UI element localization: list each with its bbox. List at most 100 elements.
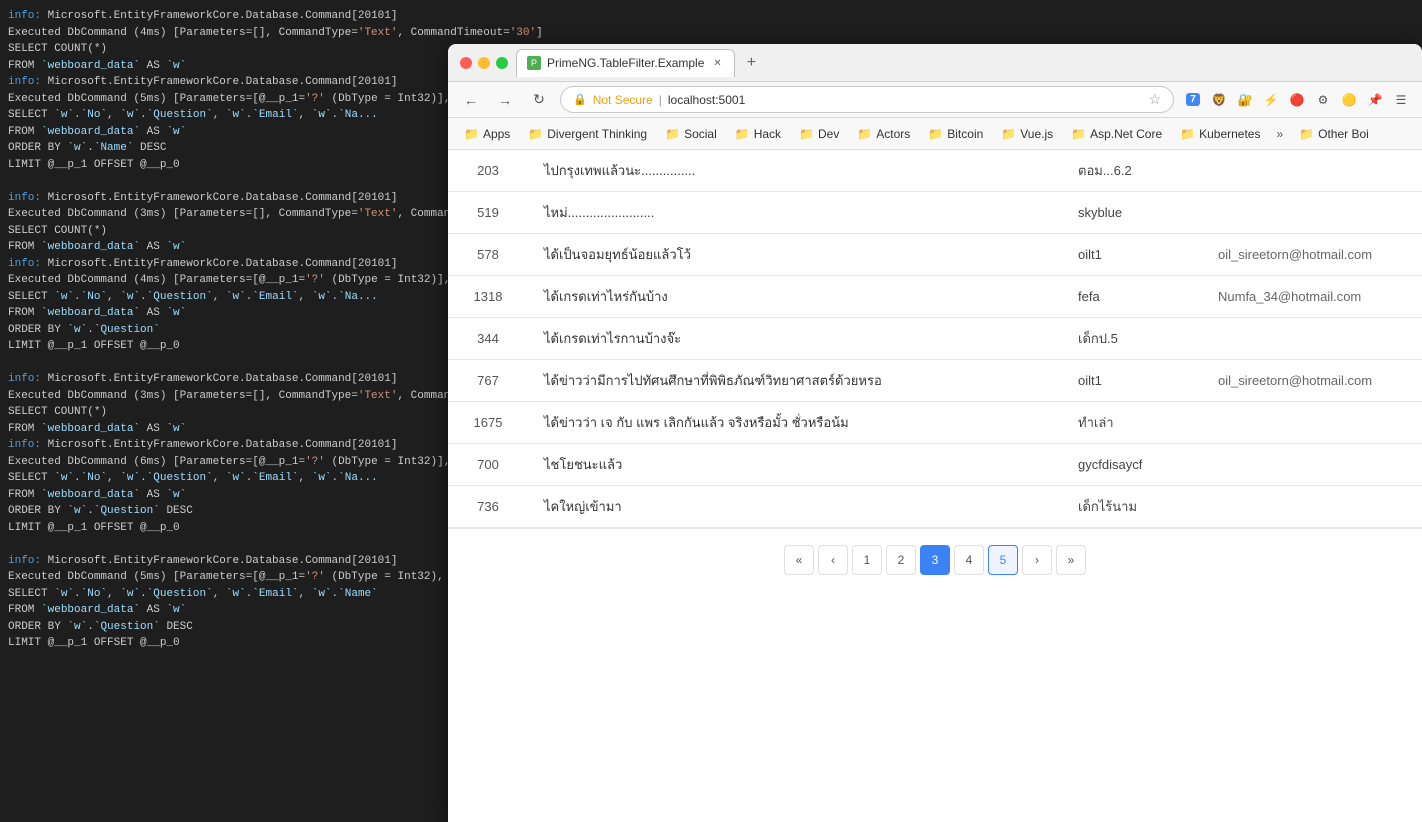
- folder-icon: 📁: [665, 127, 680, 141]
- bookmark-aspnet[interactable]: 📁 Asp.Net Core: [1063, 124, 1170, 144]
- address-field[interactable]: 🔒 Not Secure | localhost:5001 ☆: [560, 86, 1174, 113]
- refresh-button[interactable]: ↻: [526, 87, 552, 113]
- folder-icon: 📁: [799, 127, 814, 141]
- cell-question: ได้เกรดเท่าไหร่กันบ้าง: [528, 276, 1062, 318]
- cell-name: gycfdisaycf: [1062, 444, 1202, 486]
- cell-name: oilt1: [1062, 360, 1202, 402]
- cell-question: ได้ข่าวว่ามีการไปทัศนศึกษาที่พิพิธภัณฑ์ว…: [528, 360, 1062, 402]
- url-separator: |: [659, 93, 662, 107]
- bookmark-star-icon[interactable]: ☆: [1148, 91, 1161, 108]
- bookmark-apps[interactable]: 📁 Apps: [456, 124, 518, 144]
- folder-icon: 📁: [1299, 127, 1314, 141]
- cell-email: oil_sireetorn@hotmail.com: [1202, 234, 1422, 276]
- folder-icon: 📁: [1001, 127, 1016, 141]
- bookmark-label: Actors: [876, 127, 910, 141]
- forward-button[interactable]: →: [492, 87, 518, 113]
- cell-email: [1202, 486, 1422, 528]
- pagination-next-btn[interactable]: ›: [1022, 545, 1052, 575]
- cell-email: [1202, 444, 1422, 486]
- table-row: 519 ไหม่........................ skyblue: [448, 192, 1422, 234]
- bookmark-divergent-thinking[interactable]: 📁 Divergent Thinking: [520, 124, 655, 144]
- bookmark-bitcoin[interactable]: 📁 Bitcoin: [920, 124, 991, 144]
- pagination-page-4[interactable]: 4: [954, 545, 984, 575]
- bitwarden-icon[interactable]: 🔐: [1234, 89, 1256, 111]
- cell-email: [1202, 150, 1422, 192]
- menu-icon[interactable]: ☰: [1390, 89, 1412, 111]
- bookmark-social[interactable]: 📁 Social: [657, 124, 725, 144]
- cell-question: ไปกรุงเทพแล้วนะ...............: [528, 150, 1062, 192]
- cell-question: ได้เป็นจอมยุทธ์น้อยแล้วโว้: [528, 234, 1062, 276]
- extension-badge: 7: [1186, 93, 1200, 106]
- action-btn-5[interactable]: 📌: [1364, 89, 1386, 111]
- cell-question: ไชโยชนะแล้ว: [528, 444, 1062, 486]
- bookmark-hack[interactable]: 📁 Hack: [727, 124, 789, 144]
- lock-icon: 🔒: [573, 93, 587, 106]
- traffic-lights: [460, 57, 508, 69]
- cell-no: 519: [448, 192, 528, 234]
- cell-name: เด็กไร้นาม: [1062, 486, 1202, 528]
- bookmark-actors[interactable]: 📁 Actors: [849, 124, 918, 144]
- table-row: 736 ไคใหญ่เข้ามา เด็กไร้นาม: [448, 486, 1422, 528]
- minimize-button[interactable]: [478, 57, 490, 69]
- action-btn-4[interactable]: 🟡: [1338, 89, 1360, 111]
- bookmark-label: Hack: [754, 127, 781, 141]
- cell-email: Numfa_34@hotmail.com: [1202, 276, 1422, 318]
- close-button[interactable]: [460, 57, 472, 69]
- pagination: « ‹ 1 2 3 4 5 › »: [448, 528, 1422, 591]
- cell-no: 203: [448, 150, 528, 192]
- pagination-page-1[interactable]: 1: [852, 545, 882, 575]
- page-content[interactable]: 203 ไปกรุงเทพแล้วนะ............... ตอม..…: [448, 150, 1422, 822]
- table-row: 203 ไปกรุงเทพแล้วนะ............... ตอม..…: [448, 150, 1422, 192]
- pagination-first-btn[interactable]: «: [784, 545, 814, 575]
- address-bar: ← → ↻ 🔒 Not Secure | localhost:5001 ☆ 7 …: [448, 82, 1422, 118]
- table-row: 767 ได้ข่าวว่ามีการไปทัศนศึกษาที่พิพิธภั…: [448, 360, 1422, 402]
- new-tab-button[interactable]: +: [739, 51, 763, 75]
- bookmark-label: Kubernetes: [1199, 127, 1260, 141]
- cell-email: oil_sireetorn@hotmail.com: [1202, 360, 1422, 402]
- tab-title: PrimeNG.TableFilter.Example: [547, 56, 704, 70]
- cell-no: 344: [448, 318, 528, 360]
- action-btn-2[interactable]: 🔴: [1286, 89, 1308, 111]
- folder-icon: 📁: [928, 127, 943, 141]
- table-row: 578 ได้เป็นจอมยุทธ์น้อยแล้วโว้ oilt1 oil…: [448, 234, 1422, 276]
- cell-name: เด็กป.5: [1062, 318, 1202, 360]
- pagination-page-3[interactable]: 3: [920, 545, 950, 575]
- cell-no: 736: [448, 486, 528, 528]
- back-button[interactable]: ←: [458, 87, 484, 113]
- browser-actions: 7 🦁 🔐 ⚡ 🔴 ⚙ 🟡 📌 ☰: [1182, 89, 1412, 111]
- tab-favicon: P: [527, 56, 541, 70]
- bookmark-other-boi[interactable]: 📁 Other Boi: [1291, 124, 1377, 144]
- bookmark-label: Other Boi: [1318, 127, 1369, 141]
- pagination-prev-btn[interactable]: ‹: [818, 545, 848, 575]
- not-secure-label: Not Secure: [593, 93, 653, 107]
- cell-question: ไหม่........................: [528, 192, 1062, 234]
- folder-icon: 📁: [464, 127, 479, 141]
- brave-shield-icon[interactable]: 🦁: [1208, 89, 1230, 111]
- cell-name: ทำเล่า: [1062, 402, 1202, 444]
- bookmark-kubernetes[interactable]: 📁 Kubernetes: [1172, 124, 1268, 144]
- folder-icon: 📁: [1180, 127, 1195, 141]
- cell-no: 1675: [448, 402, 528, 444]
- bookmark-label: Bitcoin: [947, 127, 983, 141]
- cell-no: 700: [448, 444, 528, 486]
- active-tab[interactable]: P PrimeNG.TableFilter.Example ✕: [516, 49, 735, 77]
- pagination-page-2[interactable]: 2: [886, 545, 916, 575]
- cell-name: ตอม...6.2: [1062, 150, 1202, 192]
- pagination-last-btn[interactable]: »: [1056, 545, 1086, 575]
- pagination-page-5[interactable]: 5: [988, 545, 1018, 575]
- bookmark-label: Social: [684, 127, 717, 141]
- cell-no: 1318: [448, 276, 528, 318]
- bookmark-dev[interactable]: 📁 Dev: [791, 124, 847, 144]
- bookmark-vuejs[interactable]: 📁 Vue.js: [993, 124, 1061, 144]
- cell-question: ได้ข่าวว่า เจ กับ แพร เลิกกันแล้ว จริงหร…: [528, 402, 1062, 444]
- folder-icon: 📁: [528, 127, 543, 141]
- tab-close-button[interactable]: ✕: [710, 56, 724, 70]
- maximize-button[interactable]: [496, 57, 508, 69]
- extension-btn[interactable]: 7: [1182, 89, 1204, 111]
- action-btn-1[interactable]: ⚡: [1260, 89, 1282, 111]
- table-row: 1675 ได้ข่าวว่า เจ กับ แพร เลิกกันแล้ว จ…: [448, 402, 1422, 444]
- action-btn-3[interactable]: ⚙: [1312, 89, 1334, 111]
- cell-name: skyblue: [1062, 192, 1202, 234]
- folder-icon: 📁: [735, 127, 750, 141]
- bookmarks-overflow-btn[interactable]: »: [1270, 124, 1289, 144]
